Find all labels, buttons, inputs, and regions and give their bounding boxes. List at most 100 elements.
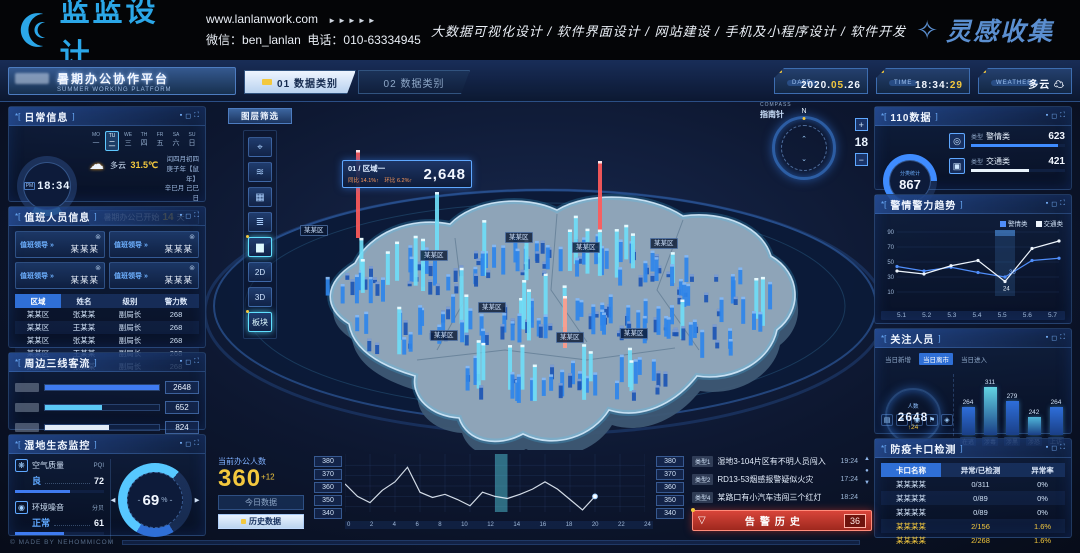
popup-icon[interactable]: ◻: [1051, 444, 1057, 452]
close-icon[interactable]: ⊗: [189, 233, 195, 241]
map-tooltip: 01 / 区域一 同比 14.1%↑ 环比 6.2%↑ 2,648: [342, 160, 472, 188]
tab-data-category-2[interactable]: 02 数据类别: [358, 70, 470, 94]
minimize-icon[interactable]: ▪: [1046, 444, 1048, 452]
duty-table-header-row: 区域姓名级别警力数: [15, 294, 199, 308]
today-data-button[interactable]: 今日数据: [218, 495, 304, 510]
panel-title: 警情警力趋势: [890, 197, 956, 212]
map-region-label[interactable]: 某某区: [420, 250, 448, 261]
list-layer-icon[interactable]: ≣: [248, 212, 272, 232]
history-data-button[interactable]: 历史数据: [218, 514, 304, 529]
duty-name: 某某某: [164, 243, 193, 255]
table-row[interactable]: 某某某某0/3110%: [881, 477, 1065, 491]
map-region-label[interactable]: 某某区: [300, 225, 328, 236]
popup-icon[interactable]: ◻: [1051, 334, 1057, 342]
popup-icon[interactable]: ◻: [185, 212, 191, 220]
website-link[interactable]: www.lanlanwork.com: [206, 12, 318, 26]
expand-icon[interactable]: ⛶: [194, 440, 199, 448]
compass-dial[interactable]: N ⌃ ⌄: [772, 116, 836, 180]
focus-tab[interactable]: 当日离市: [919, 353, 953, 365]
popup-icon[interactable]: ◻: [185, 112, 191, 120]
focus-tab[interactable]: 当日进入: [957, 353, 991, 365]
minimize-icon[interactable]: ▪: [1046, 200, 1048, 208]
y-tick-box: 380: [656, 456, 684, 467]
table-row[interactable]: 某某某某0/890%: [881, 505, 1065, 519]
table-row[interactable]: 某某某某2/1561.6%: [881, 519, 1065, 533]
table-row[interactable]: 某某某某0/890%: [881, 491, 1065, 505]
close-icon[interactable]: ⊗: [95, 233, 101, 241]
expand-icon[interactable]: ⛶: [1060, 334, 1065, 342]
layer-filter-toolbar: 图层筛选 ⌖≋▦≣▆2D3D板块: [228, 108, 292, 339]
alarm-history-banner[interactable]: ▽ 告警历史 36: [692, 510, 872, 531]
weekday-su: SU日: [185, 131, 199, 151]
panel-110-data: *[110数据] ▪◻⛶ 分类统计 867 ◎类型警情类623▣类型交通类421: [874, 106, 1072, 190]
map-region-label[interactable]: 某某区: [572, 242, 600, 253]
inspiration-collect[interactable]: ✧ 灵感收集: [916, 12, 1080, 48]
panel-title: 关注人员: [890, 331, 934, 346]
close-icon[interactable]: ⊗: [95, 264, 101, 272]
expand-icon[interactable]: ⛶: [1060, 444, 1065, 452]
focus-bar: 242涉恐: [1025, 374, 1043, 446]
radar-layer-icon[interactable]: ≋: [248, 162, 272, 182]
layer-button-view-3d[interactable]: 3D: [248, 287, 272, 307]
expand-icon[interactable]: ⛶: [194, 112, 199, 120]
scroll-dot-icon[interactable]: ●: [865, 468, 869, 474]
popup-icon[interactable]: ◻: [185, 358, 191, 366]
map-region-label[interactable]: 某某区: [478, 302, 506, 313]
minimize-icon[interactable]: ▪: [1046, 334, 1048, 342]
expand-icon[interactable]: ⛶: [194, 212, 199, 220]
popup-icon[interactable]: ◻: [185, 440, 191, 448]
focus-tab[interactable]: 当日新增: [881, 353, 915, 365]
map-region-label[interactable]: 某某区: [430, 330, 458, 341]
focus-tool-icon-3[interactable]: ◉: [911, 414, 923, 426]
table-row[interactable]: 某某某某2/2681.6%: [881, 533, 1065, 547]
minimize-icon[interactable]: ▪: [180, 440, 182, 448]
expand-icon[interactable]: ⛶: [1060, 200, 1065, 208]
time-value: 18:34:: [915, 80, 950, 91]
x-tick-label: 2: [370, 522, 373, 528]
expand-icon[interactable]: ⛶: [1060, 112, 1065, 120]
eco-value: 72: [94, 476, 104, 486]
alert-row[interactable]: 类型1湿地3-104片区有不明人员闯入19:24: [692, 452, 858, 470]
zoom-in-button[interactable]: +: [855, 118, 868, 131]
popup-icon[interactable]: ◻: [1051, 200, 1057, 208]
map-region-label[interactable]: 某某区: [650, 238, 678, 249]
tab-data-category-1[interactable]: 01 数据类别: [244, 70, 356, 94]
poi-layer-icon[interactable]: ⌖: [248, 137, 272, 157]
trend-line-chart: 90705030103024: [881, 228, 1065, 306]
stats-layer-icon[interactable]: ▆: [248, 237, 272, 257]
table-row[interactable]: 某某区王某某副局长268: [15, 321, 199, 334]
map-region-label[interactable]: 某某区: [505, 232, 533, 243]
eco-label: 环境噪音: [32, 502, 64, 513]
map-region-label[interactable]: 某某区: [556, 332, 584, 343]
layer-button-view-2d[interactable]: 2D: [248, 262, 272, 282]
alert-row[interactable]: 类型4某路口有小汽车违闯三个红灯18:24: [692, 488, 858, 506]
gauge-right-arrow[interactable]: ►: [193, 496, 201, 505]
popup-icon[interactable]: ◻: [1051, 112, 1057, 120]
gauge-left-arrow[interactable]: ◄: [109, 496, 117, 505]
minimize-icon[interactable]: ▪: [180, 112, 182, 120]
building-layer-icon[interactable]: ▦: [248, 187, 272, 207]
bar-value-label: 242: [1029, 409, 1040, 416]
close-icon[interactable]: ⊗: [189, 264, 195, 272]
layer-button-view-sector[interactable]: 板块: [248, 312, 272, 332]
focus-tool-icon-1[interactable]: ▤: [881, 414, 893, 426]
alert-row[interactable]: 类型2RD13-53烟感报警疑似火灾17:24: [692, 470, 858, 488]
zoom-out-button[interactable]: −: [855, 153, 868, 166]
focus-bar: 264上访: [1047, 374, 1065, 446]
table-row[interactable]: 某某区张某某副局长268: [15, 308, 199, 321]
focus-tool-icon-5[interactable]: ◈: [941, 414, 953, 426]
minimize-icon[interactable]: ▪: [1046, 112, 1048, 120]
focus-tool-icon-2[interactable]: ⌖: [896, 414, 908, 426]
bar-rect: [1050, 407, 1063, 435]
focus-tool-icon-4[interactable]: ⚑: [926, 414, 938, 426]
checkpoint-header-row: 卡口名称异常/已检测异常率: [881, 463, 1065, 477]
scroll-down-icon[interactable]: ▼: [864, 480, 870, 486]
minimize-icon[interactable]: ▪: [180, 212, 182, 220]
table-row[interactable]: 某某区张某某副局长268: [15, 334, 199, 347]
scroll-up-icon[interactable]: ▲: [864, 456, 870, 462]
phone-label: 电话：010-63334945: [307, 33, 420, 47]
minimize-icon[interactable]: ▪: [180, 358, 182, 366]
map-region-label[interactable]: 某某区: [620, 328, 648, 339]
expand-icon[interactable]: ⛶: [194, 358, 199, 366]
table-cell: 某某某某: [881, 533, 941, 547]
